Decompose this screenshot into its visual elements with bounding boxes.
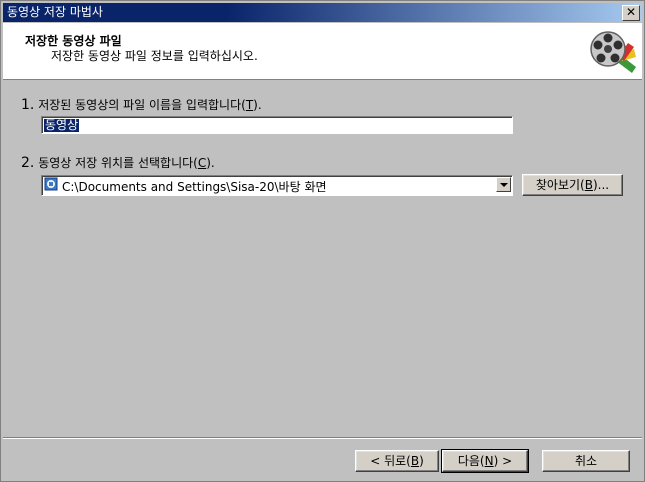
chevron-down-icon (500, 183, 508, 187)
header-subtitle: 저장한 동영상 파일 정보를 입력하십시오. (51, 49, 258, 63)
step1-label: 1. 저장된 동영상의 파일 이름을 입력합니다(T). (21, 97, 262, 113)
step2-label: 2. 동영상 저장 위치를 선택합니다(C). (21, 155, 215, 171)
location-dropdown-button[interactable] (496, 177, 511, 192)
folder-icon (44, 177, 58, 191)
window-title: 동영상 저장 마법사 (7, 5, 103, 19)
filename-input[interactable]: 동영상 (41, 116, 513, 134)
next-button[interactable]: 다음(N) > (441, 449, 529, 473)
wizard-header: 저장한 동영상 파일 저장한 동영상 파일 정보를 입력하십시오. (3, 23, 642, 80)
wizard-window: 동영상 저장 마법사 ✕ 저장한 동영상 파일 저장한 동영상 파일 정보를 입… (0, 0, 645, 482)
footer-separator (3, 437, 642, 439)
back-button[interactable]: < 뒤로(B) (355, 450, 439, 472)
browse-button[interactable]: 찾아보기(B)... (522, 174, 623, 196)
film-reel-icon (590, 31, 636, 73)
location-combobox[interactable]: C:\Documents and Settings\Sisa-20\바탕 화면 (41, 175, 513, 196)
title-bar[interactable]: 동영상 저장 마법사 ✕ (3, 3, 642, 22)
close-icon: ✕ (625, 5, 637, 19)
cancel-button[interactable]: 취소 (542, 450, 630, 472)
location-value: C:\Documents and Settings\Sisa-20\바탕 화면 (62, 180, 327, 194)
close-button[interactable]: ✕ (622, 5, 640, 21)
filename-value: 동영상 (44, 118, 80, 132)
